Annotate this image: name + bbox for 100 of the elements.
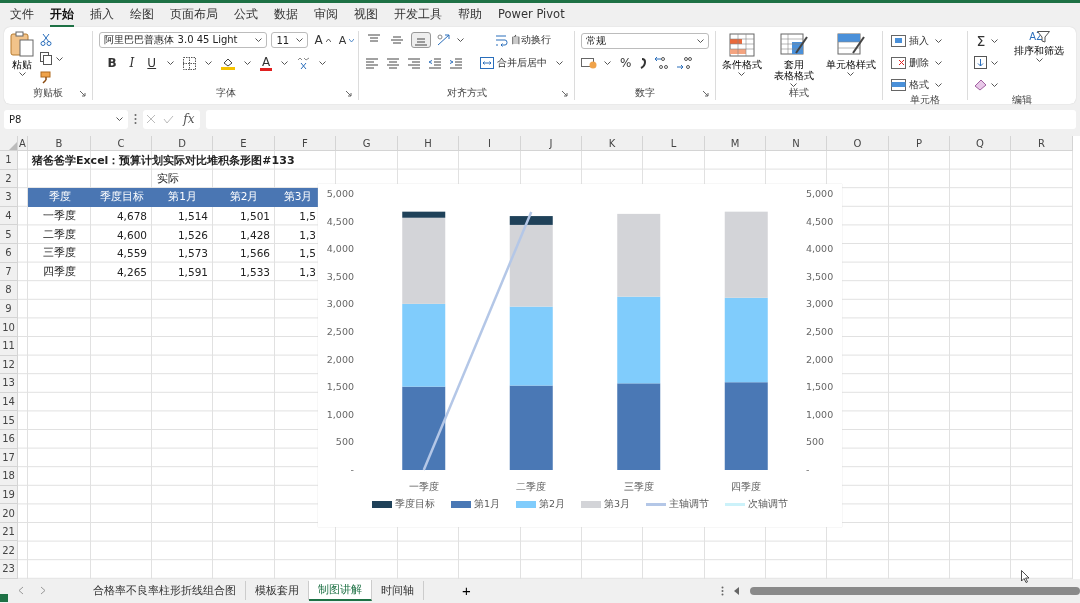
- up-caret-icon[interactable]: [325, 38, 331, 42]
- caret-icon[interactable]: [790, 83, 798, 87]
- caret-icon[interactable]: [244, 61, 252, 65]
- fill-color-icon[interactable]: [221, 56, 236, 70]
- shrink-font-button[interactable]: A: [336, 33, 357, 47]
- paintbrush-icon[interactable]: [40, 71, 53, 84]
- left-arrow-icon[interactable]: [734, 586, 740, 595]
- caret-icon[interactable]: [556, 61, 564, 65]
- comma-style-icon[interactable]: [640, 57, 647, 69]
- insert-function-button[interactable]: fx: [181, 112, 197, 126]
- cells-button[interactable]: 插入: [888, 33, 931, 48]
- menu-tab[interactable]: 开发工具: [394, 3, 442, 27]
- font-size-field[interactable]: 11: [271, 32, 309, 48]
- down-caret-icon[interactable]: [349, 38, 355, 42]
- borders-icon[interactable]: [183, 56, 197, 70]
- insert-cells-icon[interactable]: [890, 34, 906, 47]
- caret-icon[interactable]: [56, 56, 63, 61]
- increase-indent-icon[interactable]: [449, 57, 464, 69]
- caret-icon[interactable]: [205, 61, 213, 65]
- column-header[interactable]: P: [889, 136, 950, 151]
- add-sheet-button[interactable]: +: [458, 582, 475, 599]
- row-header[interactable]: 15: [0, 411, 18, 430]
- caret-icon[interactable]: [319, 61, 327, 65]
- align-center-icon[interactable]: [386, 57, 401, 69]
- more-icon[interactable]: [721, 585, 724, 596]
- column-header[interactable]: N: [766, 136, 827, 151]
- merge-cells-icon[interactable]: [480, 57, 495, 69]
- text-orientation-icon[interactable]: [436, 33, 453, 47]
- menu-tab[interactable]: Power Pivot: [498, 4, 565, 26]
- dialog-launcher-icon[interactable]: [345, 90, 353, 97]
- column-header[interactable]: H: [398, 136, 459, 151]
- column-header[interactable]: Q: [950, 136, 1011, 151]
- format-cells-icon[interactable]: [890, 78, 906, 91]
- italic-button[interactable]: I: [127, 56, 137, 70]
- row-header[interactable]: 23: [0, 560, 18, 579]
- accounting-icon[interactable]: [580, 57, 597, 69]
- eraser-icon[interactable]: [974, 78, 988, 91]
- menu-tab[interactable]: 页面布局: [170, 3, 218, 27]
- caret-icon[interactable]: [603, 61, 611, 65]
- column-header[interactable]: R: [1011, 136, 1073, 151]
- dialog-launcher-icon[interactable]: [560, 90, 568, 97]
- wrap-text-icon[interactable]: [495, 33, 509, 47]
- increase-decimal-icon[interactable]: [653, 56, 670, 70]
- row-header[interactable]: 20: [0, 504, 18, 523]
- column-header[interactable]: F: [275, 136, 336, 151]
- row-header[interactable]: 22: [0, 541, 18, 561]
- conditional-format-icon[interactable]: [728, 33, 755, 57]
- column-header[interactable]: M: [705, 136, 766, 151]
- bold-button[interactable]: B: [105, 56, 119, 70]
- column-header[interactable]: I: [459, 136, 521, 151]
- caret-icon[interactable]: [1036, 58, 1043, 62]
- caret-icon[interactable]: [457, 38, 465, 42]
- style-button[interactable]: 条件格式: [721, 33, 762, 76]
- menu-tab[interactable]: 绘图: [130, 3, 154, 27]
- number-format-field[interactable]: 常规: [580, 33, 709, 49]
- caret-icon[interactable]: [281, 61, 289, 65]
- paste-button[interactable]: 粘贴: [10, 31, 34, 87]
- sheet-tab[interactable]: 时间轴: [372, 581, 424, 600]
- caret-icon[interactable]: [991, 82, 999, 87]
- percent-button[interactable]: %: [617, 56, 634, 70]
- fill-down-icon[interactable]: [974, 56, 988, 69]
- caret-icon[interactable]: [934, 38, 942, 43]
- caret-icon[interactable]: [167, 61, 175, 65]
- copy-icon[interactable]: [40, 52, 52, 65]
- check-icon[interactable]: [163, 114, 175, 124]
- cell-styles-icon[interactable]: [836, 33, 865, 57]
- column-header[interactable]: J: [521, 136, 582, 151]
- font-name-field[interactable]: 阿里巴巴普惠体 3.0 45 Light: [99, 32, 268, 48]
- name-box[interactable]: P8: [4, 109, 128, 129]
- column-header[interactable]: D: [152, 136, 213, 151]
- caret-icon[interactable]: [991, 38, 999, 43]
- menu-tab[interactable]: 审阅: [314, 3, 338, 27]
- menu-tab[interactable]: 公式: [234, 3, 258, 27]
- caret-icon[interactable]: [738, 72, 746, 76]
- font-color-button[interactable]: A: [260, 55, 273, 71]
- column-header[interactable]: L: [643, 136, 705, 151]
- column-header[interactable]: O: [827, 136, 889, 151]
- column-header[interactable]: K: [582, 136, 643, 151]
- horizontal-scrollbar[interactable]: [750, 586, 1080, 595]
- delete-cells-icon[interactable]: [890, 56, 906, 69]
- menu-tab[interactable]: 插入: [90, 3, 114, 27]
- column-header[interactable]: E: [213, 136, 275, 151]
- wrap-text-button[interactable]: 自动换行: [493, 33, 554, 47]
- cells-button[interactable]: 格式: [888, 77, 931, 92]
- menu-tab[interactable]: 数据: [274, 3, 298, 27]
- row-header[interactable]: 1: [0, 151, 18, 170]
- caret-icon[interactable]: [116, 117, 123, 121]
- caret-icon[interactable]: [255, 38, 263, 42]
- merge-center-button[interactable]: 合并后居中: [478, 56, 550, 70]
- menu-tab[interactable]: 视图: [354, 3, 378, 27]
- row-header[interactable]: 13: [0, 374, 18, 393]
- caret-icon[interactable]: [847, 72, 855, 76]
- row-header[interactable]: 3: [0, 188, 18, 207]
- style-button[interactable]: 套用 表格格式: [773, 33, 814, 87]
- more-icon[interactable]: [134, 113, 137, 125]
- style-button[interactable]: 单元格样式: [825, 33, 876, 76]
- align-left-icon[interactable]: [365, 57, 380, 69]
- row-header[interactable]: 5: [0, 225, 18, 244]
- decrease-indent-icon[interactable]: [428, 57, 443, 69]
- align-right-icon[interactable]: [407, 57, 422, 69]
